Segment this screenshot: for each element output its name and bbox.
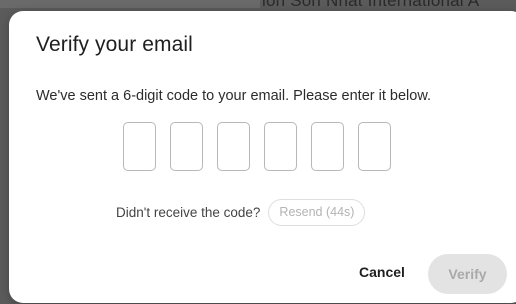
background-page-text: ion Son Nhat International A [262, 0, 480, 10]
background-page [0, 0, 260, 8]
code-digit-3[interactable] [217, 122, 250, 171]
code-digit-5[interactable] [311, 122, 344, 171]
code-digit-2[interactable] [170, 122, 203, 171]
resend-row: Didn't receive the code? Resend (44s) [116, 199, 366, 226]
dialog-title: Verify your email [36, 33, 193, 56]
verify-button[interactable]: Verify [428, 254, 507, 294]
resend-prompt: Didn't receive the code? [116, 204, 261, 220]
verify-email-dialog: Verify your email We've sent a 6-digit c… [9, 11, 516, 303]
cancel-button[interactable]: Cancel [359, 264, 405, 280]
dialog-subtitle: We've sent a 6-digit code to your email.… [36, 88, 432, 104]
code-input-group [123, 122, 391, 171]
code-digit-4[interactable] [264, 122, 297, 171]
resend-button[interactable]: Resend (44s) [268, 199, 366, 226]
code-digit-6[interactable] [358, 122, 391, 171]
code-digit-1[interactable] [123, 122, 156, 171]
